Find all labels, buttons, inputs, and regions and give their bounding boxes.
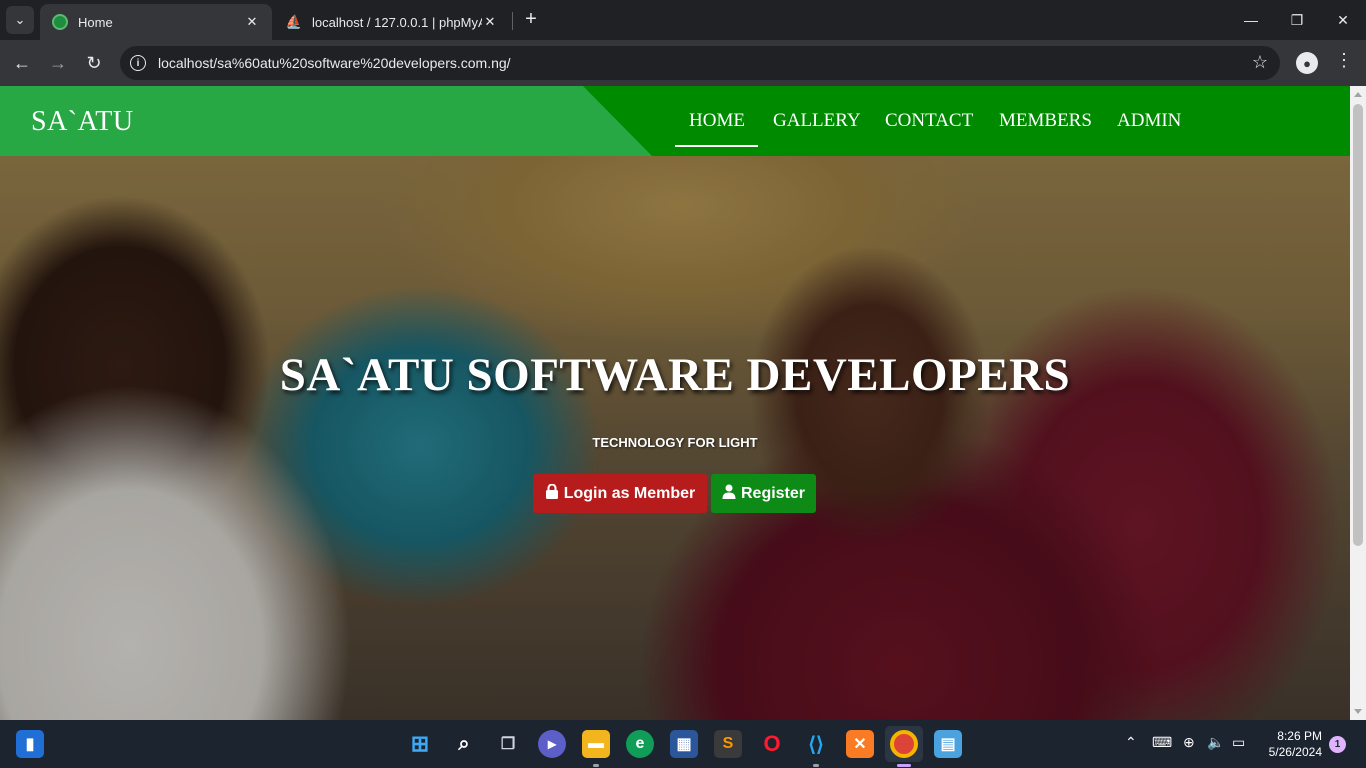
xampp-icon[interactable]: ✕: [846, 730, 874, 758]
nav-home[interactable]: HOME: [689, 110, 745, 132]
browser-tab-phpmyadmin[interactable]: ⛵ localhost / 127.0.0.1 | phpMyAdmin ✕: [274, 4, 510, 40]
microsoft-store-icon[interactable]: ▦: [670, 730, 698, 758]
url-text: localhost/sa%60atu%20software%20develope…: [158, 55, 511, 71]
page-scrollbar[interactable]: [1350, 86, 1366, 720]
browser-tab-bar: ⌄ Home ✕ ⛵ localhost / 127.0.0.1 | phpMy…: [0, 0, 1366, 40]
active-nav-indicator: [675, 145, 758, 147]
search-icon[interactable]: ⌕: [450, 730, 478, 758]
tab-title: localhost / 127.0.0.1 | phpMyAdmin: [312, 14, 482, 30]
person-icon: ●: [1303, 55, 1311, 71]
windows-start-icon[interactable]: ⊞: [406, 730, 434, 758]
register-button[interactable]: Register: [711, 474, 816, 513]
edge-browser-icon[interactable]: e: [626, 730, 654, 758]
volume-icon[interactable]: 🔈: [1207, 734, 1224, 751]
windows-taskbar: ▮ ⊞ ⌕ ❐ ▸ ▬ e ▦ S O ⟨⟩ ✕ ▤ ⌃ ⌨ ⊕ 🔈 ▭ 8:2…: [0, 720, 1366, 768]
browser-toolbar: ← → ↻ i localhost/sa%60atu%20software%20…: [0, 40, 1366, 86]
tab-search-button[interactable]: ⌄: [6, 6, 34, 34]
arrow-left-icon: ←: [13, 52, 31, 73]
hero-overlay: [0, 86, 1350, 720]
clock-date: 5/26/2024: [1268, 745, 1322, 759]
site-logo-text[interactable]: SA`ATU: [31, 106, 134, 138]
close-window-button[interactable]: ✕: [1320, 0, 1366, 40]
page-viewport: SA`ATU HOME GALLERY CONTACT MEMBERS ADMI…: [0, 86, 1350, 720]
reload-icon: ↻: [86, 52, 102, 73]
login-member-button[interactable]: Login as Member: [533, 474, 707, 513]
battery-icon[interactable]: ▭: [1232, 734, 1245, 751]
chevron-down-icon: ⌄: [14, 12, 26, 27]
plus-icon: +: [525, 7, 537, 30]
tab-title: Home: [78, 14, 113, 30]
more-vertical-icon: ⋮: [1335, 50, 1353, 70]
login-button-label: Login as Member: [563, 484, 696, 502]
scroll-up-arrow-icon[interactable]: [1354, 92, 1362, 97]
chevron-up-icon[interactable]: ⌃: [1125, 734, 1137, 751]
nav-members[interactable]: MEMBERS: [999, 110, 1092, 132]
notification-badge[interactable]: 1: [1329, 736, 1346, 753]
vscode-icon[interactable]: ⟨⟩: [802, 730, 830, 758]
profile-avatar[interactable]: ●: [1296, 52, 1318, 74]
control-panel-icon[interactable]: ▤: [934, 730, 962, 758]
address-bar[interactable]: i localhost/sa%60atu%20software%20develo…: [120, 46, 1280, 80]
chrome-browser-icon[interactable]: [890, 730, 918, 758]
scroll-down-arrow-icon[interactable]: [1354, 709, 1362, 714]
new-tab-button[interactable]: +: [520, 8, 542, 30]
taskbar-clock[interactable]: 8:26 PM 5/26/2024: [1258, 728, 1322, 760]
restore-button[interactable]: ❐: [1274, 0, 1320, 40]
lock-icon: [545, 483, 559, 504]
hero-subtitle: TECHNOLOGY FOR LIGHT: [592, 435, 758, 450]
browser-menu-button[interactable]: ⋮: [1334, 50, 1354, 71]
back-button[interactable]: ←: [7, 48, 37, 78]
sublime-text-icon[interactable]: S: [714, 730, 742, 758]
tab-divider: [512, 12, 513, 30]
opera-browser-icon[interactable]: O: [758, 730, 786, 758]
hero-title: SA`ATU SOFTWARE DEVELOPERS: [279, 349, 1071, 401]
running-indicator: [593, 764, 599, 767]
keyboard-icon[interactable]: ⌨: [1152, 734, 1172, 751]
site-info-icon[interactable]: i: [130, 55, 146, 71]
arrow-right-icon: →: [49, 52, 67, 73]
phpmyadmin-favicon-icon: ⛵: [285, 14, 303, 29]
active-app-indicator: [897, 764, 911, 767]
nav-admin[interactable]: ADMIN: [1117, 110, 1181, 132]
close-icon: ✕: [1337, 11, 1349, 28]
site-header: SA`ATU HOME GALLERY CONTACT MEMBERS ADMI…: [0, 86, 1350, 156]
reload-button[interactable]: ↻: [79, 48, 109, 78]
globe-network-icon[interactable]: ⊕: [1183, 734, 1195, 751]
minimize-icon: —: [1244, 12, 1258, 28]
close-icon[interactable]: ✕: [482, 14, 498, 30]
register-button-label: Register: [740, 484, 806, 502]
browser-tab-home[interactable]: Home ✕: [40, 4, 272, 40]
minimize-button[interactable]: —: [1228, 0, 1274, 40]
nav-gallery[interactable]: GALLERY: [773, 110, 861, 132]
close-icon[interactable]: ✕: [244, 14, 260, 30]
running-indicator: [813, 764, 819, 767]
scroll-thumb[interactable]: [1353, 104, 1363, 546]
forward-button[interactable]: →: [43, 48, 73, 78]
site-favicon-icon: [52, 14, 68, 30]
nav-contact[interactable]: CONTACT: [885, 110, 973, 132]
clock-time: 8:26 PM: [1277, 729, 1322, 743]
user-icon: [722, 484, 736, 504]
task-view-widget-icon[interactable]: ▮: [16, 730, 44, 758]
restore-icon: ❐: [1290, 11, 1304, 28]
task-view-icon[interactable]: ❐: [494, 730, 522, 758]
meet-now-icon[interactable]: ▸: [538, 730, 566, 758]
bookmark-star-icon[interactable]: ☆: [1252, 52, 1268, 73]
file-explorer-icon[interactable]: ▬: [582, 730, 610, 758]
